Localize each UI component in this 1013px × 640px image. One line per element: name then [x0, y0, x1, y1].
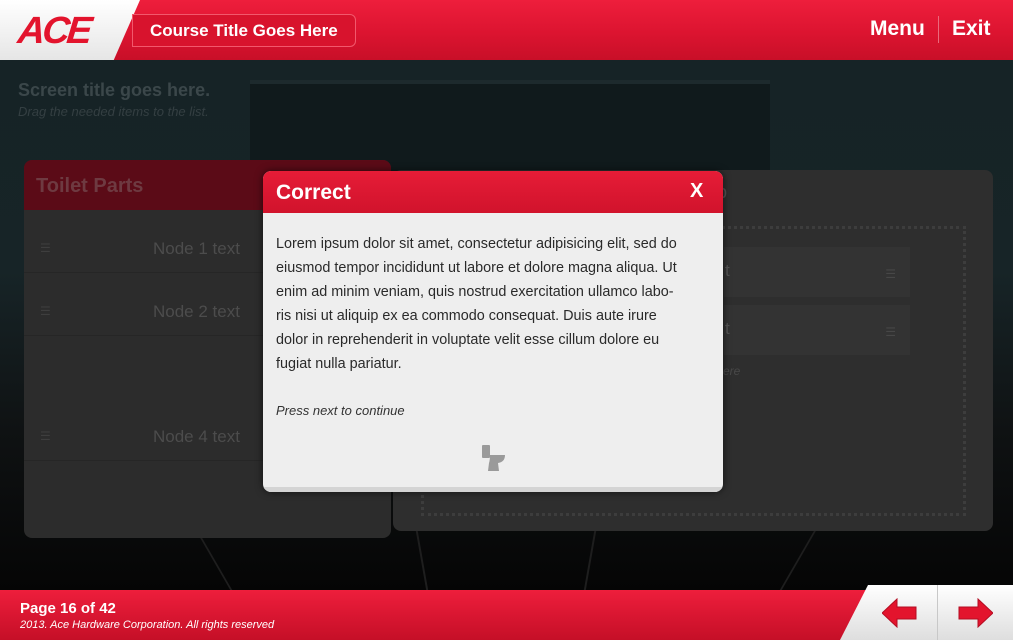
drag-handle-icon[interactable]: ☰: [40, 241, 51, 255]
drag-handle-icon[interactable]: ☰: [40, 304, 51, 318]
exit-button[interactable]: Exit: [952, 17, 991, 41]
dialog-header: Correct X: [263, 171, 723, 213]
drag-handle-icon[interactable]: ☰: [885, 325, 896, 339]
screen-title: Screen title goes here.: [18, 80, 211, 100]
continue-hint: Press next to continue: [276, 403, 405, 418]
screen-instructions: Drag the needed items to the list.: [18, 104, 209, 119]
drag-handle-icon[interactable]: ☰: [885, 267, 896, 281]
drag-handle-icon[interactable]: ☰: [40, 429, 51, 443]
placed-node[interactable]: t ☰: [724, 305, 910, 355]
body-line: Lorem ipsum dolor sit amet, consectetur …: [276, 236, 677, 252]
nav-divider: [937, 585, 938, 640]
dialog-title: Correct: [276, 181, 351, 204]
body-line: enim ad minim veniam, quis nostrud exerc…: [276, 284, 674, 300]
body-line: dolor in reprehenderit in voluptate veli…: [276, 332, 660, 348]
toilet-icon: [482, 445, 505, 471]
header-divider: [938, 16, 939, 43]
node-label: Node 4 text: [153, 427, 240, 446]
top-bar: ACE Course Title Goes Here Menu Exit: [0, 0, 1013, 64]
copyright-text: 2013. Ace Hardware Corporation. All righ…: [20, 619, 275, 631]
dialog-bottom-edge: [263, 487, 723, 492]
body-line: fugiat nulla pariatur.: [276, 356, 402, 372]
node-label: Node 1 text: [153, 239, 240, 258]
placed-node[interactable]: t ☰: [724, 247, 910, 297]
feedback-dialog: Correct X Lorem ipsum dolor sit amet, co…: [263, 171, 723, 492]
arrow-right-icon[interactable]: [957, 598, 993, 628]
node-label: t: [725, 261, 730, 280]
dialog-body: Lorem ipsum dolor sit amet, consectetur …: [276, 232, 701, 376]
close-button[interactable]: X: [690, 180, 703, 203]
drop-hint: ere: [723, 364, 741, 378]
body-line: eiusmod tempor incididunt ut labore et d…: [276, 260, 677, 276]
menu-button[interactable]: Menu: [870, 17, 925, 41]
node-label: t: [725, 319, 730, 338]
course-title: Course Title Goes Here: [132, 14, 356, 47]
arrow-left-icon[interactable]: [882, 598, 918, 628]
page-counter: Page 16 of 42: [20, 600, 116, 617]
body-line: ris nisi ut aliquip ex ea commodo conseq…: [276, 308, 657, 324]
ace-logo-text: ACE: [15, 10, 92, 52]
ace-logo: ACE: [0, 0, 140, 64]
node-label: Node 2 text: [153, 302, 240, 321]
